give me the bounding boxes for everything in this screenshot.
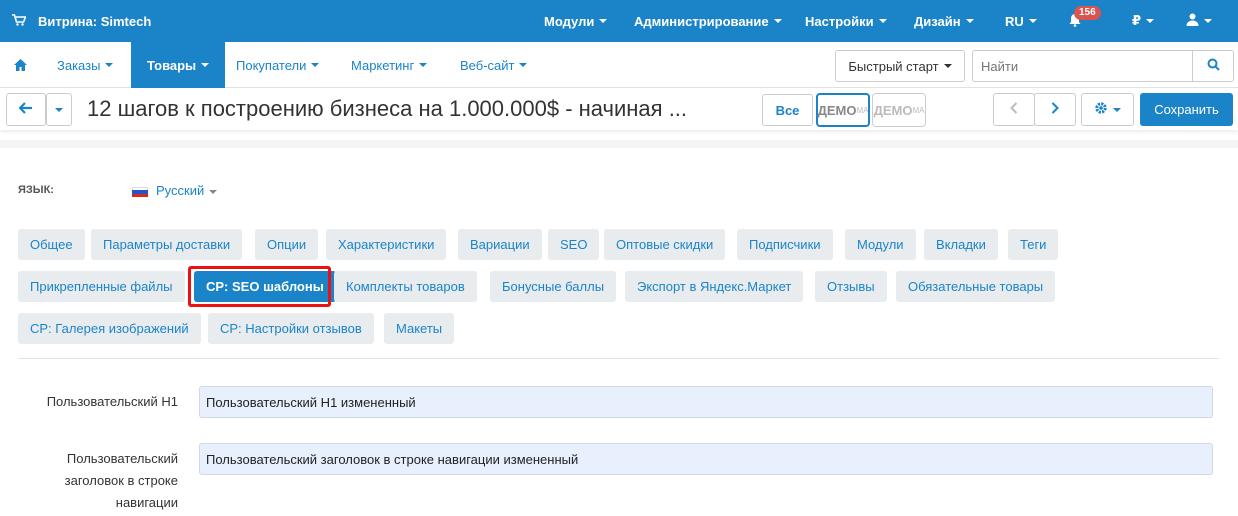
tabs-divider — [18, 358, 1219, 359]
search-input[interactable] — [972, 50, 1193, 82]
page-title: 12 шагов к построению бизнеса на 1.000.0… — [87, 96, 688, 121]
storefront-selector[interactable]: Витрина: Simtech — [12, 0, 151, 42]
demo-preview[interactable]: ДЕМО МА — [872, 93, 926, 127]
menu-language[interactable]: RU — [1005, 0, 1037, 42]
search-icon — [1207, 58, 1220, 74]
tab-yandex-market-export[interactable]: Экспорт в Яндекс.Маркет — [625, 271, 804, 302]
menu-settings[interactable]: Настройки — [805, 0, 887, 42]
tab-tags[interactable]: Теги — [1008, 229, 1059, 260]
chevron-down-icon — [55, 107, 63, 112]
menu-administration[interactable]: Администрирование — [634, 0, 782, 42]
tab-general[interactable]: Общее — [18, 229, 85, 260]
cart-icon — [12, 13, 27, 29]
home-icon[interactable] — [14, 42, 27, 88]
tab-product-bundles[interactable]: Комплекты товаров — [334, 271, 477, 302]
search-button[interactable] — [1192, 50, 1234, 82]
nav-customers[interactable]: Покупатели — [236, 42, 320, 88]
nav-products[interactable]: Товары — [131, 42, 226, 88]
breadcrumb-title-input[interactable]: Пользовательский заголовок в строке нави… — [199, 443, 1213, 475]
tab-subscribers[interactable]: Подписчики — [737, 229, 833, 260]
next-product-button[interactable] — [1034, 93, 1076, 126]
user-icon — [1186, 13, 1199, 29]
notifications-badge: 156 — [1074, 6, 1101, 20]
tab-reviews[interactable]: Отзывы — [815, 271, 887, 302]
top-bar: Витрина: Simtech Модули Администрировани… — [0, 0, 1238, 42]
gear-icon — [1094, 101, 1108, 118]
user-menu[interactable] — [1186, 0, 1212, 42]
tab-layouts[interactable]: Макеты — [384, 313, 455, 344]
tab-shipping-params[interactable]: Параметры доставки — [91, 229, 243, 260]
nav-website[interactable]: Веб-сайт — [460, 42, 528, 88]
prev-product-button[interactable] — [993, 93, 1035, 126]
tab-options[interactable]: Опции — [255, 229, 319, 260]
tab-bonus-points[interactable]: Бонусные баллы — [490, 271, 617, 302]
active-tab-highlight — [188, 266, 331, 307]
arrow-left-icon — [18, 102, 33, 117]
tab-features[interactable]: Характеристики — [326, 229, 447, 260]
menu-design[interactable]: Дизайн — [914, 0, 974, 42]
nav-orders[interactable]: Заказы — [57, 42, 114, 88]
language-selector[interactable]: Русский — [156, 183, 218, 198]
currency-selector[interactable]: ₽ — [1132, 0, 1155, 42]
tab-modules[interactable]: Модули — [845, 229, 916, 260]
tab-cp-review-settings[interactable]: CP: Настройки отзывов — [208, 313, 374, 344]
all-button[interactable]: Все — [762, 94, 813, 126]
save-button[interactable]: Сохранить — [1140, 93, 1233, 126]
tab-variations[interactable]: Вариации — [458, 229, 542, 260]
tab-attachments[interactable]: Прикрепленные файлы — [18, 271, 185, 302]
language-label: ЯЗЫК: — [18, 184, 54, 196]
tab-cp-image-gallery[interactable]: CP: Галерея изображений — [18, 313, 201, 344]
chevron-left-icon — [1010, 102, 1018, 117]
settings-dropdown-button[interactable] — [1081, 93, 1134, 126]
breadcrumb-title-label: Пользовательский заголовок в строке нави… — [64, 451, 178, 510]
content-top-shade — [0, 140, 1238, 148]
tab-seo[interactable]: SEO — [548, 229, 600, 260]
custom-h1-label: Пользовательский H1 — [46, 394, 178, 409]
tab-required-products[interactable]: Обязательные товары — [896, 271, 1056, 302]
storefront-label: Витрина: Simtech — [38, 13, 152, 29]
back-button[interactable] — [6, 93, 46, 126]
demo-preview-active[interactable]: ДЕМО МА — [816, 93, 870, 127]
russian-flag-icon — [132, 187, 148, 197]
quick-start-button[interactable]: Быстрый старт — [835, 50, 965, 82]
custom-h1-input[interactable]: Пользовательский H1 измененный — [199, 386, 1213, 418]
menu-modules[interactable]: Модули — [544, 0, 608, 42]
tab-wholesale[interactable]: Оптовые скидки — [604, 229, 726, 260]
tab-tabs[interactable]: Вкладки — [924, 229, 998, 260]
back-dropdown-button[interactable] — [46, 93, 72, 126]
chevron-right-icon — [1051, 102, 1059, 117]
nav-marketing[interactable]: Маркетинг — [351, 42, 428, 88]
